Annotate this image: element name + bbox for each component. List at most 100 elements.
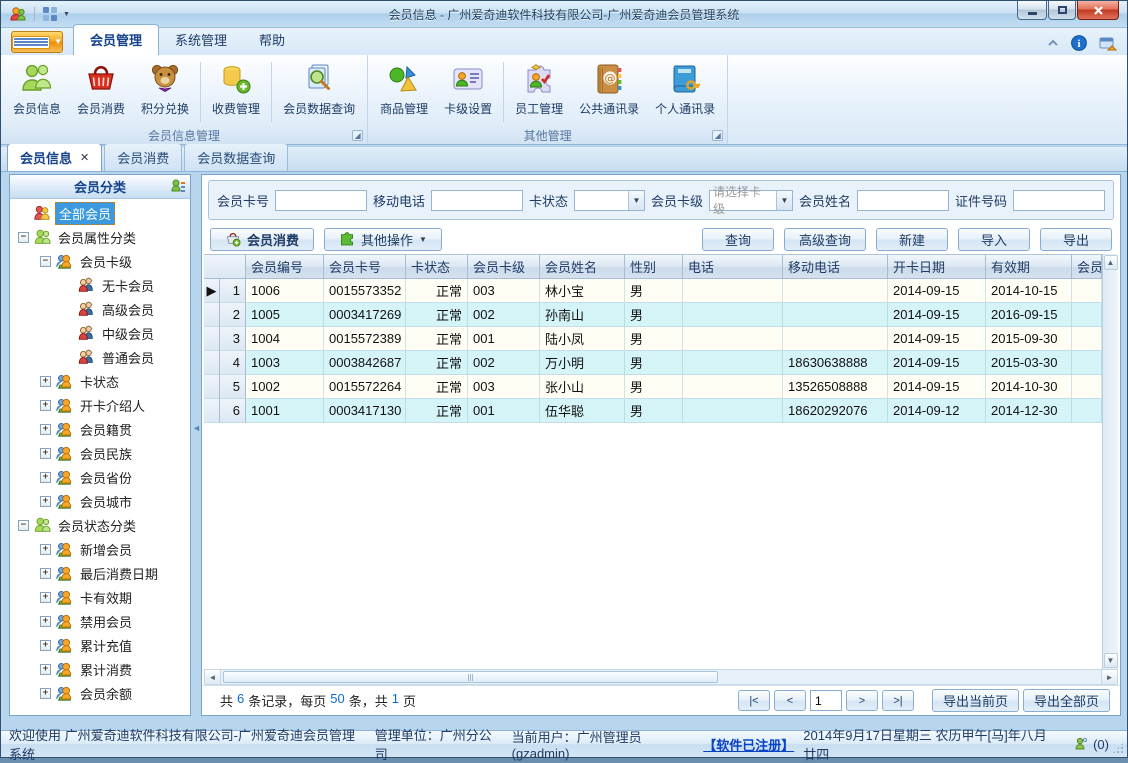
filter-input-4[interactable] [856,189,949,211]
doc-tab-0[interactable]: 会员信息 ✕ [7,143,103,171]
dropdown-arrow-icon[interactable]: ▼ [627,190,644,210]
tree-node-0[interactable]: 全部会员 [10,201,190,225]
collapse-ribbon-icon[interactable] [1047,39,1059,47]
tree-node-label[interactable]: 最后消费日期 [77,563,161,584]
export-button[interactable]: 导出 [1040,227,1112,251]
first-page-button[interactable]: |< [737,690,770,711]
last-page-button[interactable]: >| [881,690,914,711]
tree-node-label[interactable]: 累计消费 [77,659,135,680]
tree-node-label[interactable]: 全部会员 [55,201,116,225]
table-row[interactable]: 2 1005 0003417269 正常 002 孙南山男 2014-09-15 2016-0… [204,303,1102,327]
tree-node-label[interactable]: 会员城市 [77,491,135,512]
ribbon-button-docsearch[interactable]: 会员数据查询 [275,58,363,126]
tree-node-12[interactable]: + 会员城市 [10,489,190,513]
column-header-1[interactable]: 会员卡号 [324,255,406,279]
expand-icon[interactable]: + [40,471,51,483]
column-header-3[interactable]: 会员卡级 [468,255,540,279]
doc-tab-2[interactable]: 会员数据查询 [184,143,289,171]
horizontal-scrollbar[interactable]: ◄ ► [204,669,1118,685]
collapse-icon[interactable]: − [18,519,29,531]
expand-icon[interactable]: + [40,687,51,699]
tree-node-label[interactable]: 会员籍贯 [77,419,135,440]
ribbon-button-teddy[interactable]: 积分兑换 [133,58,197,126]
toolbar-button-member-consume[interactable]: 会员消费 [210,227,315,251]
page-number-input[interactable] [809,690,842,711]
tree-node-9[interactable]: + 会员籍贯 [10,417,190,441]
tree-node-label[interactable]: 中级会员 [99,323,157,344]
close-button[interactable] [1077,1,1119,20]
ribbon-button-staff[interactable]: 员工管理 [507,58,571,126]
tree-node-10[interactable]: + 会员民族 [10,441,190,465]
qat-dropdown-icon[interactable]: ▼ [63,11,70,18]
export-current-page-button[interactable]: 导出当前页 [931,689,1019,712]
expand-icon[interactable]: + [40,423,51,435]
filter-select-2[interactable]: ▼ [574,189,645,211]
table-row[interactable]: 4 1003 0003842687 正常 002 万小明男 18630638888 2014-… [204,351,1102,375]
tree-node-2[interactable]: − 会员卡级 [10,249,190,273]
ribbon-button-card[interactable]: 卡级设置 [436,58,500,126]
column-header-7[interactable]: 移动电话 [783,255,888,279]
expand-icon[interactable]: + [40,591,51,603]
tree-node-label[interactable]: 卡状态 [77,371,122,392]
collapse-icon[interactable]: − [40,255,51,267]
tree-node-3[interactable]: 无卡会员 [10,273,190,297]
tree-node-8[interactable]: + 开卡介绍人 [10,393,190,417]
ribbon-button-bookkey[interactable]: 个人通讯录 [647,58,723,126]
tree-node-13[interactable]: − 会员状态分类 [10,513,190,537]
prev-page-button[interactable]: < [773,690,806,711]
column-header-4[interactable]: 会员姓名 [540,255,625,279]
tree-node-label[interactable]: 会员卡级 [77,251,135,272]
minimize-button[interactable] [1017,1,1047,20]
ribbon-tab-2[interactable]: 帮助 [243,25,301,55]
filter-input-1[interactable] [431,189,524,211]
tree-node-label[interactable]: 开卡介绍人 [77,395,148,416]
tree-node-17[interactable]: + 禁用会员 [10,609,190,633]
column-header-2[interactable]: 卡状态 [406,255,468,279]
filter-input-0[interactable] [275,189,368,211]
expand-icon[interactable]: + [40,567,51,579]
column-header-9[interactable]: 有效期 [986,255,1072,279]
scroll-down-icon[interactable]: ▼ [1103,653,1118,668]
ribbon-button-basket[interactable]: 会员消费 [69,58,133,126]
close-tab-icon[interactable]: ✕ [80,151,89,164]
tree-node-label[interactable]: 卡有效期 [77,587,135,608]
query-button[interactable]: 查询 [701,227,774,251]
tree-node-20[interactable]: + 会员余额 [10,681,190,705]
ribbon-button-members[interactable]: 会员信息 [5,58,69,126]
tree-node-label[interactable]: 普通会员 [99,347,157,368]
tree-node-5[interactable]: 中级会员 [10,321,190,345]
tree-node-label[interactable]: 高级会员 [99,299,157,320]
tree-node-label[interactable]: 会员属性分类 [55,227,139,248]
tree-node-label[interactable]: 会员状态分类 [55,515,139,536]
layout-grid-icon[interactable] [42,6,58,22]
ribbon-button-coins[interactable]: 收费管理 [204,58,268,126]
feedback-mail-icon[interactable] [1099,36,1117,51]
ribbon-tab-1[interactable]: 系统管理 [159,25,243,55]
column-header-5[interactable]: 性别 [625,255,683,279]
expand-icon[interactable]: + [40,375,51,387]
column-header-6[interactable]: 电话 [683,255,783,279]
tree-node-label[interactable]: 会员民族 [77,443,135,464]
tree-node-11[interactable]: + 会员省份 [10,465,190,489]
expand-icon[interactable]: + [40,399,51,411]
collapse-icon[interactable]: − [18,231,29,243]
toolbar-button-other-actions[interactable]: 其他操作 ▼ [324,227,442,251]
tree-node-label[interactable]: 无卡会员 [99,275,157,296]
tree-node-14[interactable]: + 新增会员 [10,537,190,561]
expand-icon[interactable]: + [40,543,51,555]
scroll-right-icon[interactable]: ► [1101,670,1117,684]
filter-select-3[interactable]: 请选择卡级 ▼ [709,185,793,216]
maximize-button[interactable] [1048,1,1076,20]
column-header-0[interactable]: 会员编号 [246,255,324,279]
tree-node-label[interactable]: 累计充值 [77,635,135,656]
collapse-sidebar-icon[interactable]: ◄ [192,423,201,433]
tree-node-label[interactable]: 会员余额 [77,683,135,704]
column-header-10[interactable]: 会员 [1072,255,1102,279]
tree-node-16[interactable]: + 卡有效期 [10,585,190,609]
tree-node-6[interactable]: 普通会员 [10,345,190,369]
dialog-launcher-icon[interactable]: ◢ [712,130,724,141]
ribbon-button-addressbook[interactable]: @ 公共通讯录 [571,58,647,126]
tree-node-15[interactable]: + 最后消费日期 [10,561,190,585]
table-row[interactable]: ▶ 1 1006 0015573352 正常 003 林小宝男 2014-09-15 2014-… [204,279,1102,303]
tree-node-7[interactable]: + 卡状态 [10,369,190,393]
